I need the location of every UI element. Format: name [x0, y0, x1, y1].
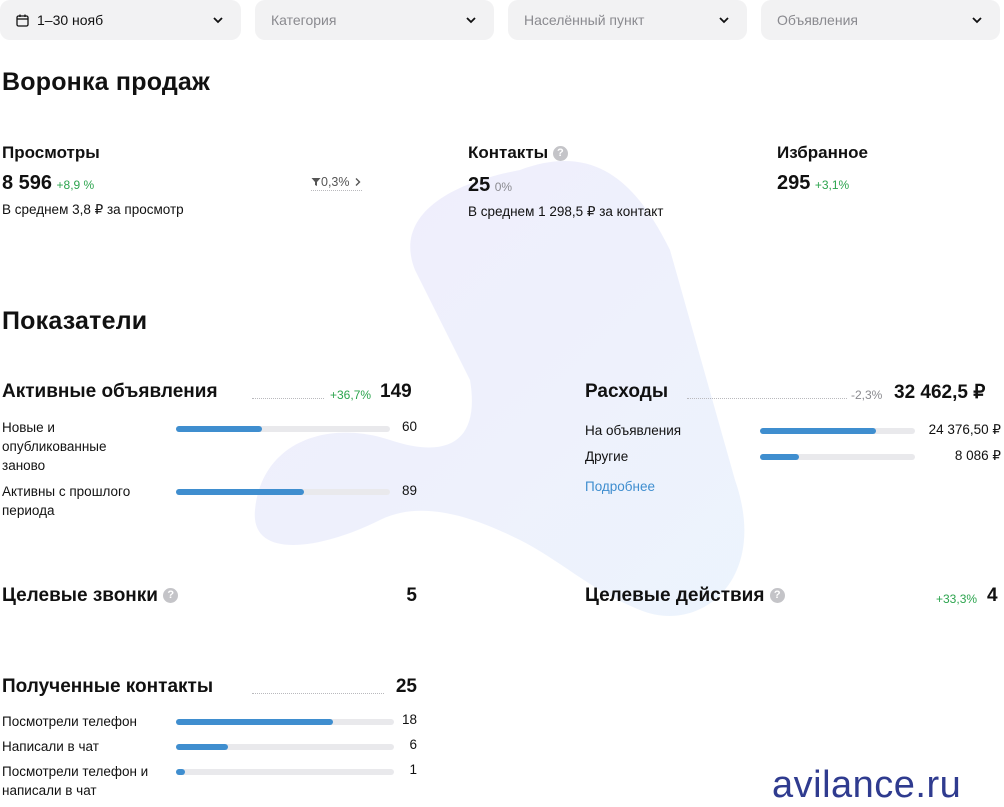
expenses-row-ads-bar	[760, 428, 915, 434]
target-actions-change: +33,3%	[936, 592, 978, 606]
active-ads-row-new-bar	[176, 426, 390, 432]
active-ads-row-new-value: 60	[401, 419, 417, 434]
views-average: В среднем 3,8 ₽ за просмотр	[2, 202, 184, 217]
active-ads-row-prev-label: Активны с прошлого периода	[2, 484, 131, 518]
received-row-chat-value: 6	[409, 737, 417, 752]
metrics-title: Показатели	[2, 307, 148, 335]
dotted-leader	[252, 693, 384, 694]
received-contacts-total: 25	[395, 676, 417, 697]
received-row-chat-label: Написали в чат	[2, 739, 99, 754]
active-ads-row-prev-value: 89	[401, 483, 417, 498]
expenses-row-ads-value: 24 376,50 ₽	[928, 422, 1001, 437]
chevron-down-icon	[466, 17, 476, 24]
expenses-label: Расходы	[585, 381, 669, 402]
chevron-down-icon	[972, 17, 982, 24]
active-ads-row-new-label: Новые и опубликованные заново	[2, 420, 107, 473]
received-row-chat-bar	[176, 744, 394, 750]
favorites-label: Избранное	[777, 143, 868, 162]
views-change: +8,9 %	[56, 178, 95, 192]
target-calls-value: 5	[406, 585, 417, 606]
expenses-row-other-bar	[760, 454, 915, 460]
received-row-phone-label: Посмотрели телефон	[2, 714, 137, 729]
category-filter[interactable]: Категория	[255, 0, 494, 40]
received-row-both-bar	[176, 769, 394, 775]
contacts-change: 0%	[494, 180, 513, 194]
expenses-total: 32 462,5 ₽	[894, 382, 986, 403]
views-conversion[interactable]: 0,3%	[311, 175, 362, 191]
received-row-both-label: Посмотрели телефон и написали в чат	[2, 764, 149, 798]
help-icon[interactable]: ?	[769, 588, 785, 604]
chevron-down-icon	[719, 17, 729, 24]
target-calls-label: Целевые звонки	[2, 585, 158, 606]
date-filter[interactable]: 1–30 нояб	[0, 0, 241, 40]
favorites-stat: 295 +3,1%	[777, 172, 849, 195]
help-icon[interactable]: ?	[163, 588, 179, 604]
active-ads-change: +36,7%	[330, 388, 372, 402]
favorites-value: 295	[777, 172, 811, 194]
views-value: 8 596	[2, 172, 53, 194]
ads-filter[interactable]: Объявления	[761, 0, 1000, 40]
received-row-phone-bar	[176, 719, 394, 725]
expenses-row-ads-fill	[760, 428, 877, 434]
calendar-icon	[16, 14, 29, 27]
active-ads-row-prev-bar	[176, 489, 390, 495]
locality-filter[interactable]: Населённый пункт	[508, 0, 747, 40]
dotted-leader	[687, 398, 847, 399]
help-icon[interactable]: ?	[552, 146, 568, 162]
active-ads-total: 149	[380, 381, 412, 402]
expenses-change: -2,3%	[851, 388, 883, 402]
contacts-stat: 25 0%	[468, 174, 512, 197]
views-stat: 8 596 +8,9 %	[2, 172, 94, 195]
target-actions-value: 4	[987, 585, 998, 606]
date-filter-label: 1–30 нояб	[37, 12, 104, 28]
contacts-average: В среднем 1 298,5 ₽ за контакт	[468, 204, 664, 219]
favorites-change: +3,1%	[814, 178, 850, 192]
contacts-value: 25	[468, 174, 491, 196]
received-contacts-label: Полученные контакты	[2, 676, 214, 697]
received-row-phone-value: 18	[401, 712, 417, 727]
chevron-right-icon	[355, 178, 361, 186]
views-conversion-value: 0,3%	[321, 175, 350, 189]
target-actions-label: Целевые действия	[585, 585, 765, 606]
category-filter-label: Категория	[271, 12, 337, 28]
expenses-details-link[interactable]: Подробнее	[585, 479, 655, 494]
target-calls-label-wrap: Целевые звонки ?	[2, 585, 179, 607]
chevron-down-icon	[213, 17, 223, 24]
expenses-row-other-label: Другие	[585, 449, 629, 464]
locality-filter-label: Населённый пункт	[524, 12, 645, 28]
received-row-both-value: 1	[409, 762, 417, 777]
target-actions-label-wrap: Целевые действия ?	[585, 585, 785, 607]
active-ads-row-prev-fill	[176, 489, 305, 495]
ads-filter-label: Объявления	[777, 12, 858, 28]
filter-funnel-icon	[311, 178, 321, 186]
received-row-phone-fill	[176, 719, 333, 725]
active-ads-label: Активные объявления	[2, 381, 218, 402]
views-label: Просмотры	[2, 143, 100, 162]
contacts-label: Контакты	[468, 143, 549, 162]
received-row-both-fill	[176, 769, 185, 775]
dotted-leader	[252, 398, 324, 399]
sales-funnel-title: Воронка продаж	[2, 68, 210, 96]
expenses-row-other-fill	[760, 454, 799, 460]
received-row-chat-fill	[176, 744, 229, 750]
contacts-label-wrap: Контакты ?	[468, 143, 568, 163]
expenses-row-ads-label: На объявления	[585, 423, 682, 438]
expenses-row-other-value: 8 086 ₽	[954, 448, 1001, 463]
watermark-text: avilance.ru	[772, 764, 962, 806]
active-ads-row-new-fill	[176, 426, 262, 432]
